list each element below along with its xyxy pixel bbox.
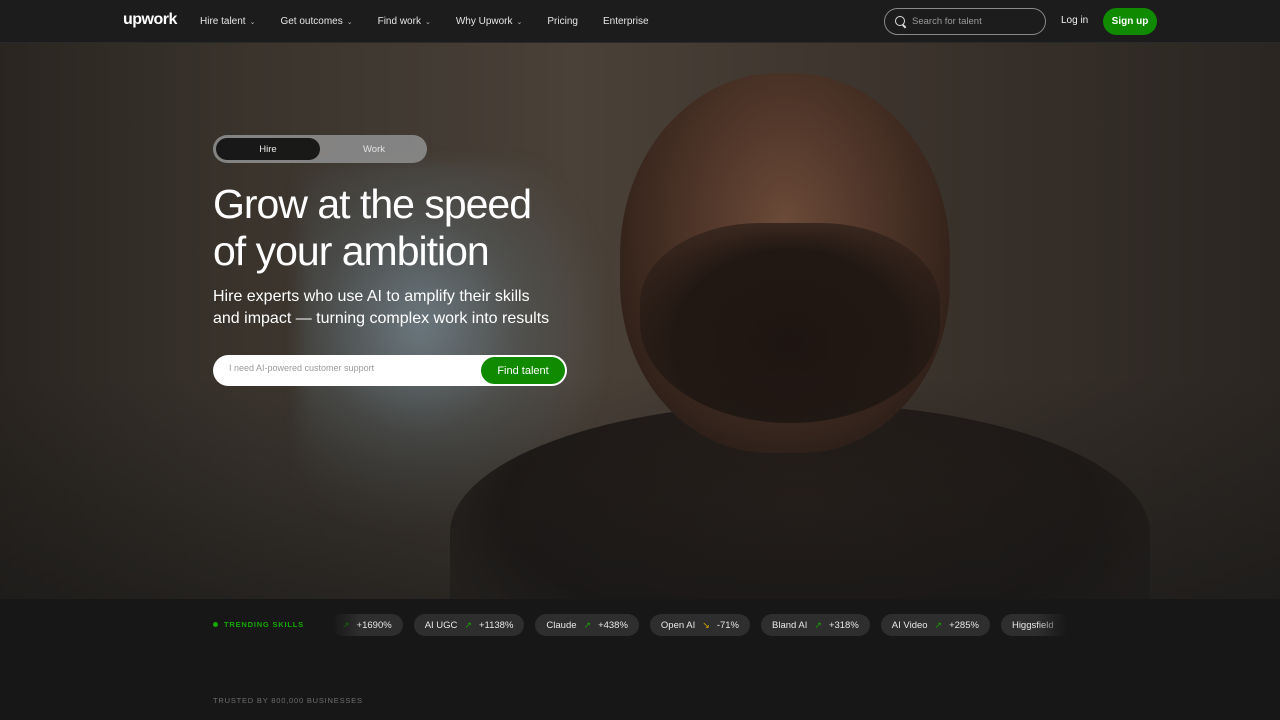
trend-up-icon: ↗: [464, 619, 472, 630]
hero-subheadline: Hire experts who use AI to amplify their…: [213, 286, 593, 330]
nav-item-why-upwork[interactable]: Why Upwork ⌄: [456, 16, 523, 27]
trending-chip[interactable]: Bland AI ↗ +318%: [761, 614, 870, 636]
hero-subheadline-line2: and impact — turning complex work into r…: [213, 310, 550, 327]
hero-subheadline-line1: Hire experts who use AI to amplify their…: [213, 288, 530, 305]
find-talent-button[interactable]: Find talent: [481, 357, 565, 384]
nav-item-hire-talent[interactable]: Hire talent ⌄: [200, 16, 255, 27]
nav-item-label: Why Upwork: [455, 16, 513, 27]
chip-name: Open AI: [660, 619, 696, 631]
trending-chip[interactable]: AI Video ↗ +285%: [880, 614, 990, 636]
top-nav: upwork Hire talent ⌄ Get outcomes ⌄ Find w…: [0, 0, 1280, 43]
nav-search[interactable]: [884, 8, 1046, 35]
chip-name: Claude: [546, 619, 577, 631]
trend-up-icon: ↗: [583, 619, 592, 630]
chevron-down-icon: ⌄: [346, 18, 353, 26]
chip-change: +438%: [598, 619, 628, 631]
trend-up-icon: ↗: [814, 619, 822, 630]
chip-change: +1138%: [478, 619, 514, 631]
chip-change: -71%: [716, 619, 739, 631]
chevron-down-icon: ⌄: [516, 18, 523, 26]
upwork-logo[interactable]: upwork: [123, 11, 177, 29]
trusted-by-label: TRUSTED BY 800,000 BUSINESSES: [213, 696, 363, 705]
chip-change: +318%: [828, 619, 859, 631]
chip-change: +285%: [949, 619, 979, 631]
nav-item-label: Hire talent: [200, 16, 246, 27]
login-link[interactable]: Log in: [1061, 15, 1088, 26]
chevron-down-icon: ⌄: [424, 18, 431, 26]
hire-work-toggle: Hire Work: [213, 135, 427, 163]
trending-section: TRENDING SKILLS ↗ +1690% AI UGC ↗ +1138%…: [0, 599, 1280, 720]
nav-item-pricing[interactable]: Pricing: [547, 16, 578, 27]
nav-item-find-work[interactable]: Find work ⌄: [378, 16, 431, 27]
hero-headline: Grow at the speed of your ambition: [213, 181, 593, 275]
trend-up-icon: ↗: [934, 619, 943, 630]
hero-headline-line1: Grow at the speed: [213, 181, 532, 227]
chevron-down-icon: ⌄: [249, 18, 256, 26]
trending-chip[interactable]: Claude ↗ +438%: [535, 614, 639, 636]
chip-name: AI Video: [891, 619, 928, 631]
hero-search-input[interactable]: [229, 363, 479, 373]
chip-change: +1690%: [356, 619, 392, 631]
signup-button[interactable]: Sign up: [1103, 8, 1157, 35]
trending-chips: ↗ +1690% AI UGC ↗ +1138% Claude ↗ +438% …: [331, 614, 1067, 638]
hero-search-bar: Find talent: [213, 355, 567, 386]
trending-label: TRENDING SKILLS: [213, 620, 304, 629]
nav-item-label: Find work: [377, 16, 421, 27]
nav-item-label: Get outcomes: [280, 16, 343, 27]
nav-item-label: Enterprise: [602, 16, 649, 27]
nav-menu: Hire talent ⌄ Get outcomes ⌄ Find work ⌄ Wh…: [200, 0, 674, 43]
trend-down-icon: ↘: [702, 619, 710, 630]
hero-section: Hire Work Grow at the speed of your ambi…: [0, 43, 1280, 599]
nav-item-enterprise[interactable]: Enterprise: [603, 16, 649, 27]
status-dot-icon: [213, 622, 218, 627]
nav-search-input[interactable]: [912, 16, 1037, 27]
trending-chip[interactable]: Open AI ↘ -71%: [649, 614, 750, 636]
toggle-hire-option[interactable]: Hire: [216, 138, 320, 160]
search-icon: [895, 15, 907, 28]
chip-name: AI UGC: [424, 619, 458, 631]
chip-name: Bland AI: [772, 619, 808, 631]
toggle-work-option[interactable]: Work: [324, 138, 424, 160]
hero-headline-line2: of your ambition: [213, 228, 490, 274]
nav-item-get-outcomes[interactable]: Get outcomes ⌄: [280, 16, 352, 27]
nav-item-label: Pricing: [547, 16, 578, 27]
trending-chip[interactable]: AI UGC ↗ +1138%: [413, 614, 525, 636]
